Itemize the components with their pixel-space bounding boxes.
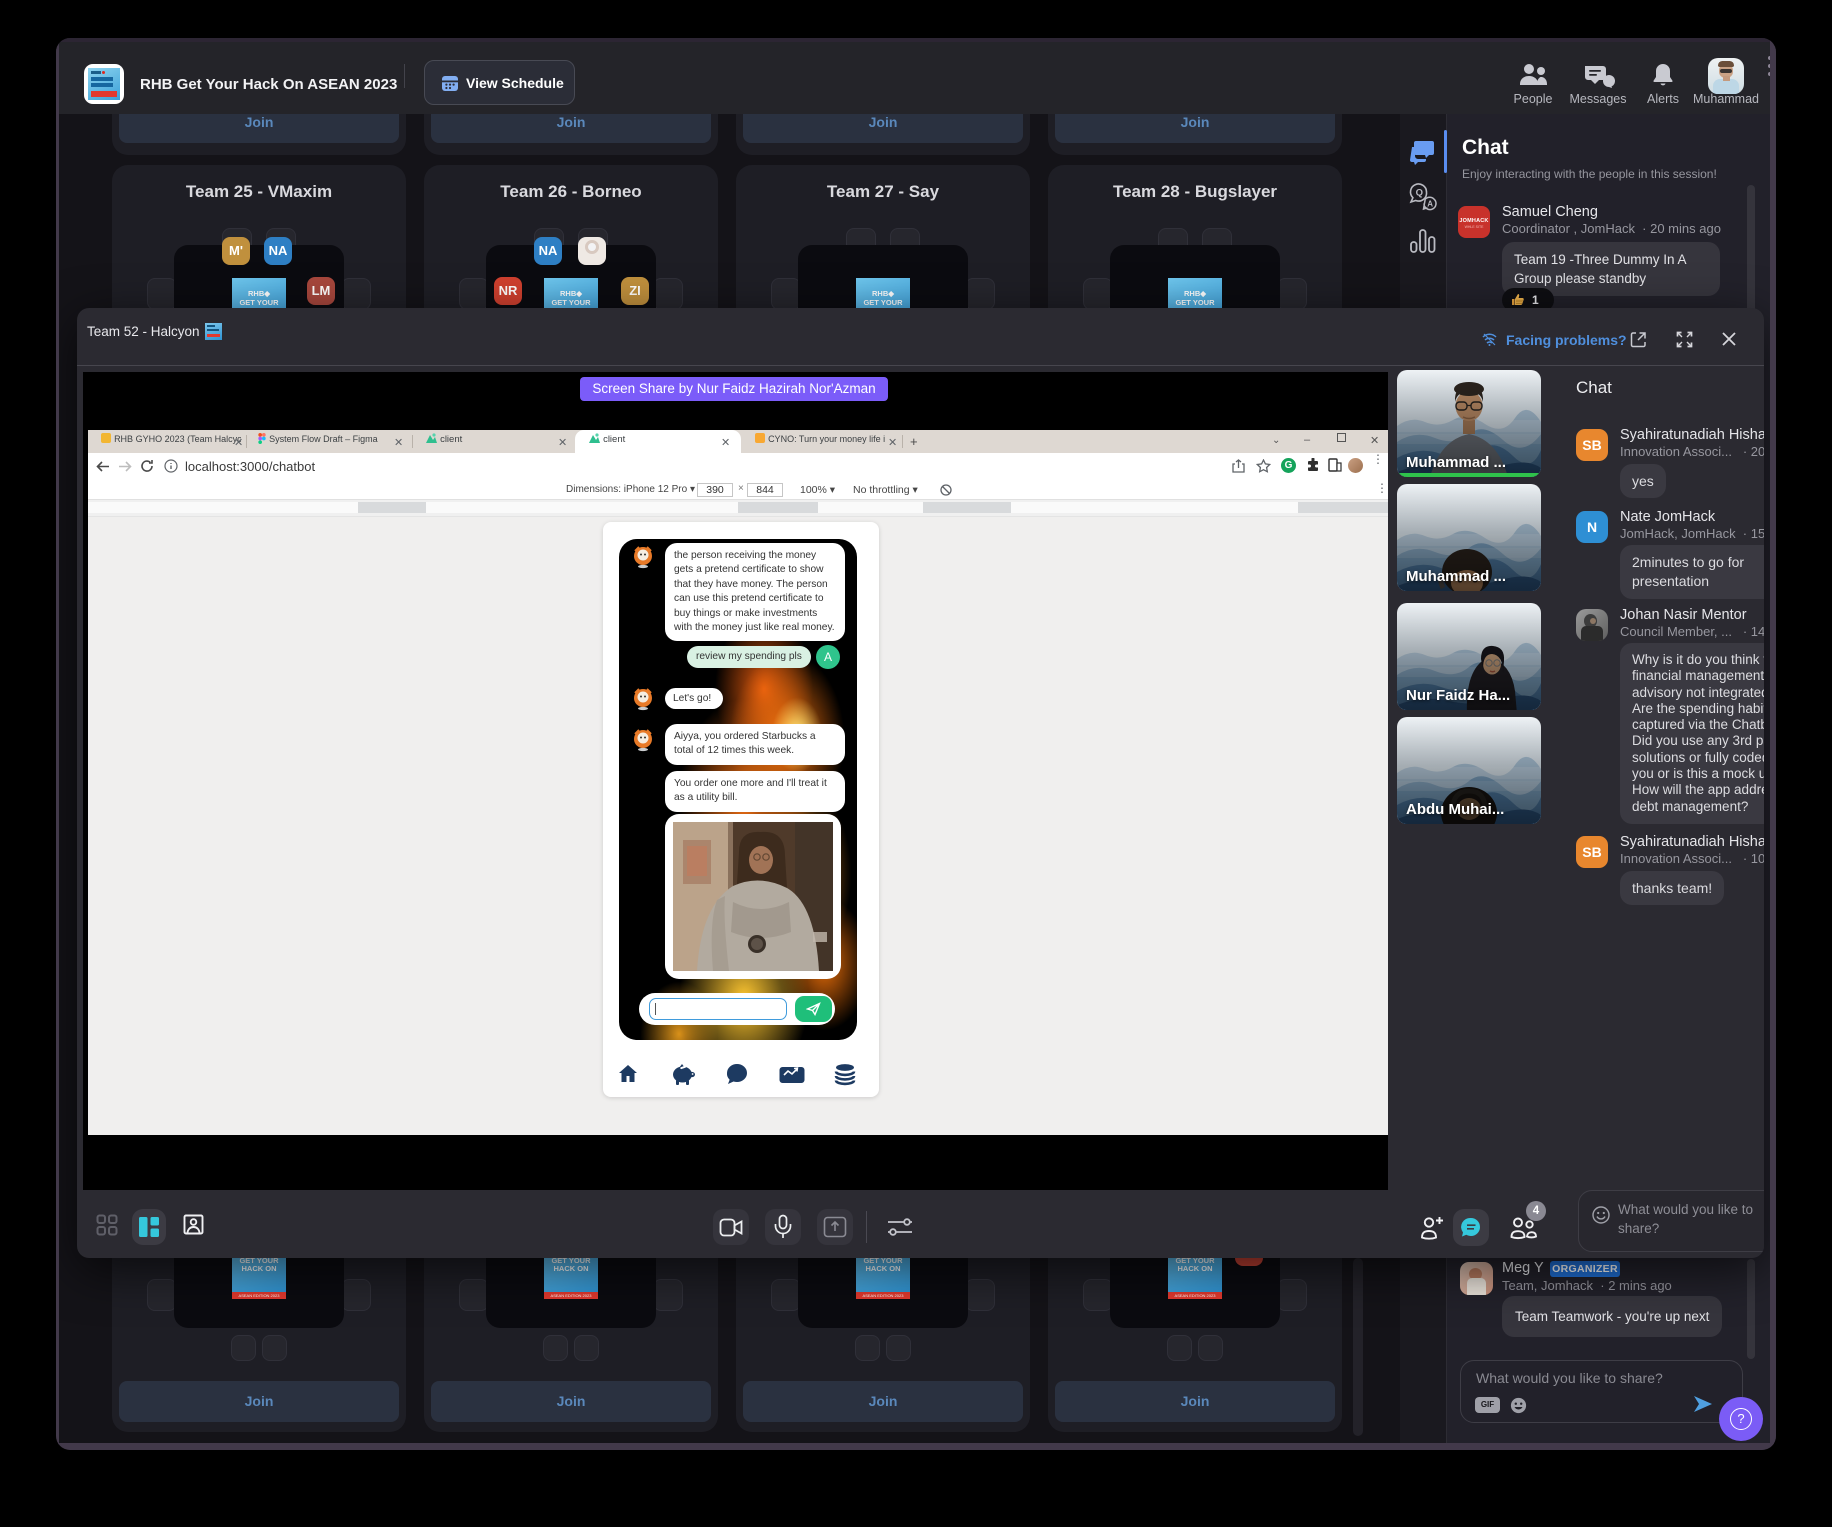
svg-text:Q: Q (1416, 188, 1423, 199)
svg-text:A: A (1427, 200, 1433, 209)
